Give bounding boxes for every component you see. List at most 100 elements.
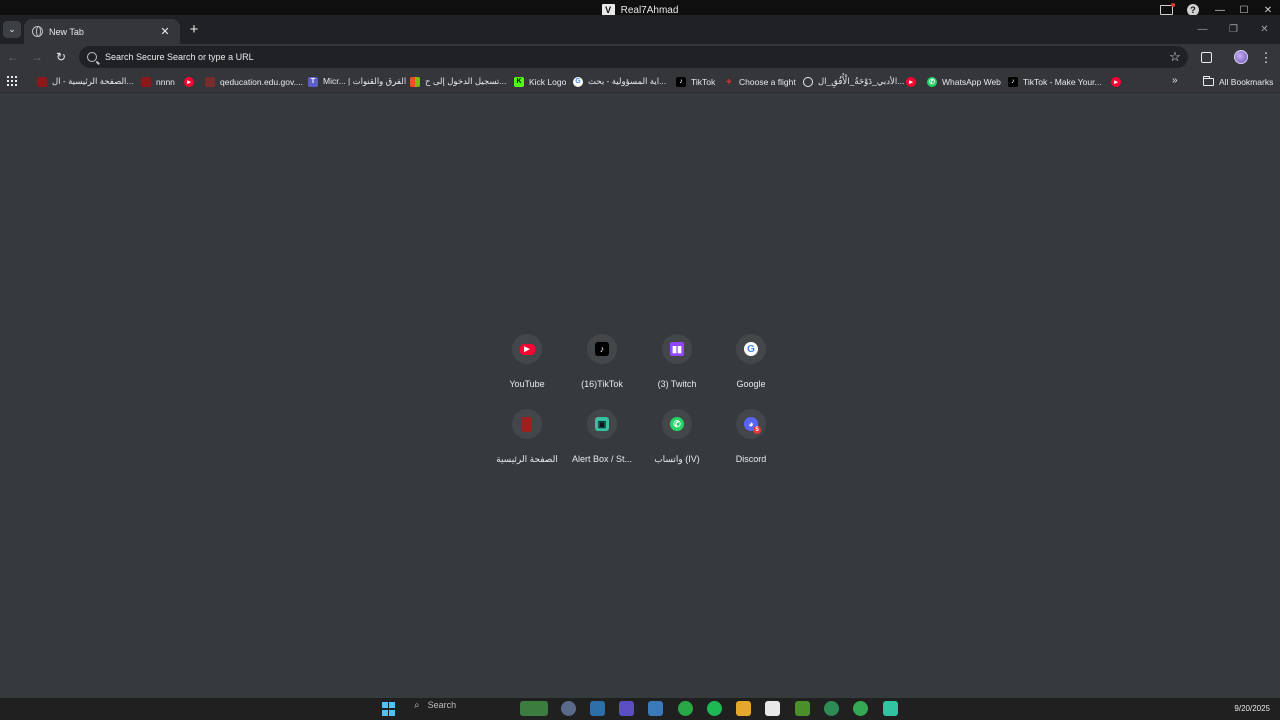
omnibox-placeholder[interactable]: Search Secure Search or type a URL (105, 52, 1162, 62)
bookmark-item[interactable]: ▸ (906, 70, 916, 93)
shortcut-label: (3) Twitch (657, 379, 697, 389)
shortcut-tile-twitch[interactable]: ▮▮ (3) Twitch (640, 332, 714, 404)
bookmark-label: Kick Logo (529, 76, 567, 87)
bookmark-item[interactable]: nnnn (141, 70, 175, 93)
twitch-icon: ▮▮ (670, 342, 684, 356)
red-logo-icon (141, 76, 151, 87)
browser-restore-button[interactable]: ❐ (1218, 15, 1249, 43)
spotify-icon[interactable] (707, 701, 722, 716)
app-icon[interactable] (590, 701, 605, 716)
shortcut-tile-whatsapp[interactable]: ✆ واتساب (IV) (640, 407, 714, 479)
bookmark-item[interactable]: ✈ Choose a flight (724, 70, 796, 93)
red-logo-icon (522, 416, 532, 432)
os-taskbar: ⌕ Search 9/20/2025 (0, 698, 1280, 720)
youtube-icon: ▶ (519, 343, 535, 355)
shortcut-icon-wrap: ◕ 5 (736, 409, 766, 439)
bookmark-label: qeducation.edu.gov.... (220, 76, 304, 87)
bookmark-item[interactable]: تسجيل الدخول إلى ح... (410, 70, 506, 93)
shortcut-icon-wrap: ♪ (587, 334, 617, 364)
tab-title: New Tab (49, 26, 84, 37)
red-logo-icon (37, 76, 47, 87)
tiktok-icon: ♪ (1008, 76, 1018, 87)
shortcut-label: Alert Box / St... (571, 454, 633, 464)
shortcut-label: (16)TikTok (581, 379, 623, 389)
whatsapp-icon: ✆ (670, 417, 684, 431)
apps-grid-icon[interactable] (7, 76, 17, 86)
shortcut-tile-youtube[interactable]: ▶ YouTube (490, 332, 564, 404)
bookmark-label: Choose a flight (739, 76, 796, 87)
extensions-icon[interactable] (1197, 48, 1215, 66)
browser-minimize-button[interactable]: — (1187, 15, 1218, 43)
xbox-icon[interactable] (824, 701, 839, 716)
browser-window-controls: — ❐ ✕ (1187, 15, 1280, 43)
bookmark-item[interactable]: الصفحة الرئيسية - ال... (37, 70, 134, 93)
omnibox[interactable]: Search Secure Search or type a URL ☆ (79, 46, 1188, 68)
bookmark-label: TikTok (691, 76, 716, 87)
taskbar-search[interactable]: ⌕ Search (406, 695, 521, 715)
tab-search-chevron-icon[interactable]: ⌄ (3, 21, 21, 38)
reload-icon[interactable]: ↻ (52, 48, 70, 66)
shortcut-icon-wrap: ✆ (662, 409, 692, 439)
tab-close-button[interactable]: ✕ (158, 25, 172, 38)
youtube-icon: ▸ (184, 76, 194, 87)
file-explorer-icon[interactable] (736, 701, 751, 716)
discord-icon: ◕ 5 (744, 417, 761, 434)
bookmark-item[interactable]: ✆ WhatsApp Web (927, 70, 1001, 93)
bookmark-item[interactable]: الأدبي_دَوْحَةُ_الْأُفُقِ_ال... (803, 70, 904, 93)
windows-start-icon[interactable] (382, 702, 396, 716)
google-icon: G (573, 76, 583, 87)
bookmark-star-icon[interactable]: ☆ (1162, 49, 1188, 65)
menu-kebab-icon[interactable]: ⋮ (1257, 48, 1275, 66)
bookmark-label: تسجيل الدخول إلى ح... (425, 76, 507, 86)
qeducation-icon (205, 76, 215, 87)
streamlabs-icon[interactable] (883, 701, 898, 716)
app-icon[interactable] (765, 701, 780, 716)
forward-arrow-icon[interactable]: → (28, 48, 46, 66)
all-bookmarks-button[interactable]: All Bookmarks (1202, 70, 1274, 93)
shortcut-tile-google[interactable]: G Google (714, 332, 788, 404)
shortcut-label: الصفحة الرئيسية (496, 454, 558, 464)
back-arrow-icon[interactable]: ← (4, 48, 22, 66)
shortcut-label: Google (736, 379, 766, 389)
app-icon[interactable] (795, 701, 810, 716)
browser-close-button[interactable]: ✕ (1249, 15, 1280, 43)
bookmark-label: الأدبي_دَوْحَةُ_الْأُفُقِ_ال... (818, 76, 905, 86)
shortcut-icon-wrap: ▶ (512, 334, 542, 364)
app-icon[interactable] (648, 701, 663, 716)
window-title: Real7Ahmad (620, 4, 679, 16)
all-bookmarks-label: All Bookmarks (1219, 76, 1274, 87)
bookmark-label: WhatsApp Web (942, 76, 1001, 87)
widgets-icon[interactable] (520, 701, 548, 716)
new-tab-button[interactable]: + (185, 20, 203, 38)
youtube-icon: ▸ (906, 76, 916, 87)
search-icon (87, 52, 97, 62)
chrome-icon[interactable] (678, 701, 693, 716)
whatsapp-icon: ✆ (927, 76, 937, 87)
bookmark-item[interactable]: ▸ (1111, 70, 1121, 93)
tiktok-icon: ♪ (595, 342, 609, 356)
shortcut-tile-discord[interactable]: ◕ 5 Discord (714, 407, 788, 479)
bookmark-label: Micr... | الفرق والقنوات (323, 76, 407, 86)
bookmark-item[interactable]: ▸ (184, 70, 194, 93)
shortcut-tile-homepage[interactable]: الصفحة الرئيسية (490, 407, 564, 479)
bookmark-item[interactable]: G اية المسؤولية - بحث... (573, 70, 666, 93)
browser-toolbar: ← → ↻ Search Secure Search or type a URL… (0, 44, 1280, 70)
chrome-icon[interactable] (853, 701, 868, 716)
profile-avatar[interactable] (1232, 48, 1250, 66)
bookmark-item[interactable]: qeducation.edu.gov.... (205, 70, 303, 93)
app-icon[interactable] (561, 701, 576, 716)
shortcut-tile-tiktok[interactable]: ♪ (16)TikTok (565, 332, 639, 404)
streamlabs-icon: ▣ (595, 417, 609, 431)
bookmark-item[interactable]: T Micr... | الفرق والقنوات (308, 70, 406, 93)
app-icon[interactable] (619, 701, 634, 716)
tab-new-tab[interactable]: New Tab ✕ (24, 19, 180, 44)
bookmarks-overflow-chevron-icon[interactable]: » (1172, 75, 1178, 86)
bookmark-item[interactable]: ♪ TikTok (676, 70, 715, 93)
shortcut-label: YouTube (509, 379, 545, 389)
shortcut-icon-wrap: G (736, 334, 766, 364)
tiktok-icon: ♪ (676, 76, 686, 87)
bookmark-item[interactable]: ♪ TikTok - Make Your... (1008, 70, 1102, 93)
bookmark-item[interactable]: K Kick Logo (514, 70, 566, 93)
shortcut-tile-alert-box[interactable]: ▣ Alert Box / St... (565, 407, 639, 479)
youtube-icon: ▸ (1111, 76, 1121, 87)
